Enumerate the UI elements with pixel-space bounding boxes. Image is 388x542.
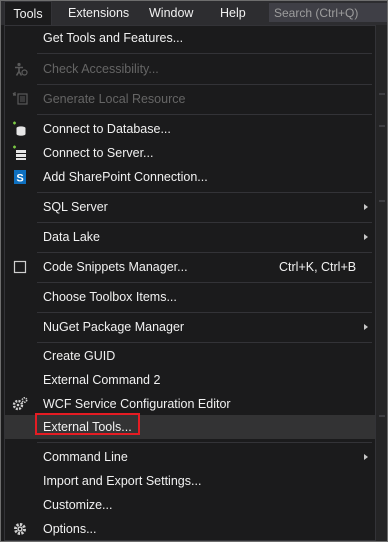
menu-item-label: Check Accessibility...: [43, 62, 159, 76]
submenu-arrow-icon: [364, 454, 368, 460]
menu-extensions[interactable]: Extensions: [68, 1, 129, 25]
submenu-arrow-icon: [364, 204, 368, 210]
menu-help[interactable]: Help: [220, 1, 246, 25]
background-mark: [379, 200, 385, 202]
sharepoint-letter: S: [16, 173, 23, 185]
vs-window: Tools Extensions Window Help Get Tools a…: [0, 0, 388, 542]
wcf-gear-icon: [12, 396, 28, 412]
menu-item-external-command-2[interactable]: External Command 2: [5, 368, 375, 392]
menu-item-add-sharepoint[interactable]: S Add SharePoint Connection...: [5, 165, 375, 189]
external-tools-highlight-box: [35, 413, 140, 435]
menu-item-label: SQL Server: [43, 200, 108, 214]
menu-window[interactable]: Window: [149, 1, 193, 25]
menu-item-customize[interactable]: Customize...: [5, 493, 375, 517]
menu-item-command-line[interactable]: Command Line: [5, 445, 375, 469]
menu-item-label: Create GUID: [43, 349, 116, 363]
search-box: [269, 3, 387, 22]
menu-item-code-snippets[interactable]: Code Snippets Manager... Ctrl+K, Ctrl+B: [5, 255, 375, 279]
menu-item-label: Options...: [43, 522, 97, 536]
menu-bar: Tools Extensions Window Help: [1, 1, 387, 25]
code-snippets-icon: [12, 259, 28, 275]
sharepoint-icon: S: [12, 169, 28, 185]
menu-item-generate-local-resource: Generate Local Resource: [5, 87, 375, 111]
menu-item-label: Add SharePoint Connection...: [43, 170, 208, 184]
background-mark: [379, 93, 385, 95]
menu-separator: [37, 222, 372, 223]
submenu-arrow-icon: [364, 324, 368, 330]
background-editor-strip: [376, 25, 387, 541]
menu-separator: [37, 192, 372, 193]
menu-separator: [37, 312, 372, 313]
menu-item-import-export[interactable]: Import and Export Settings...: [5, 469, 375, 493]
menu-item-create-guid[interactable]: Create GUID: [5, 344, 375, 368]
server-icon: [12, 145, 28, 161]
background-mark: [379, 415, 385, 417]
search-input[interactable]: [270, 4, 386, 21]
menu-item-label: Generate Local Resource: [43, 92, 186, 106]
database-icon: [12, 121, 28, 137]
menu-separator: [37, 442, 372, 443]
menu-item-connect-server[interactable]: Connect to Server...: [5, 141, 375, 165]
menu-item-label: Get Tools and Features...: [43, 31, 184, 45]
gear-icon: [12, 521, 28, 537]
menu-item-label: External Command 2: [43, 373, 161, 387]
menu-item-get-tools[interactable]: Get Tools and Features...: [5, 26, 375, 50]
menu-separator: [37, 53, 372, 54]
menu-item-label: Choose Toolbox Items...: [43, 290, 177, 304]
generate-resource-icon: [12, 91, 28, 107]
menu-item-connect-database[interactable]: Connect to Database...: [5, 117, 375, 141]
menu-item-choose-toolbox[interactable]: Choose Toolbox Items...: [5, 285, 375, 309]
menu-item-data-lake[interactable]: Data Lake: [5, 225, 375, 249]
menu-item-label: Command Line: [43, 450, 128, 464]
menu-item-shortcut: Ctrl+K, Ctrl+B: [279, 260, 357, 274]
background-mark: [379, 125, 385, 127]
accessibility-icon: [12, 61, 28, 77]
menu-separator: [37, 84, 372, 85]
submenu-arrow-icon: [364, 234, 368, 240]
tools-dropdown-menu: Get Tools and Features... Check Accessib…: [4, 25, 376, 541]
menu-separator: [37, 252, 372, 253]
menu-item-check-accessibility: Check Accessibility...: [5, 57, 375, 81]
menu-item-label: Import and Export Settings...: [43, 474, 202, 488]
menu-item-label: Connect to Server...: [43, 146, 154, 160]
menu-item-label: Connect to Database...: [43, 122, 171, 136]
menu-item-sql-server[interactable]: SQL Server: [5, 195, 375, 219]
menu-item-label: Data Lake: [43, 230, 100, 244]
menu-item-label: NuGet Package Manager: [43, 320, 185, 334]
menu-tools[interactable]: Tools: [4, 1, 52, 25]
menu-separator: [37, 114, 372, 115]
menu-item-nuget[interactable]: NuGet Package Manager: [5, 315, 375, 339]
menu-item-label: Customize...: [43, 498, 113, 512]
menu-item-label: Code Snippets Manager...: [43, 260, 188, 274]
menu-separator: [37, 282, 372, 283]
menu-separator: [37, 342, 372, 343]
menu-item-options[interactable]: Options...: [5, 517, 375, 541]
